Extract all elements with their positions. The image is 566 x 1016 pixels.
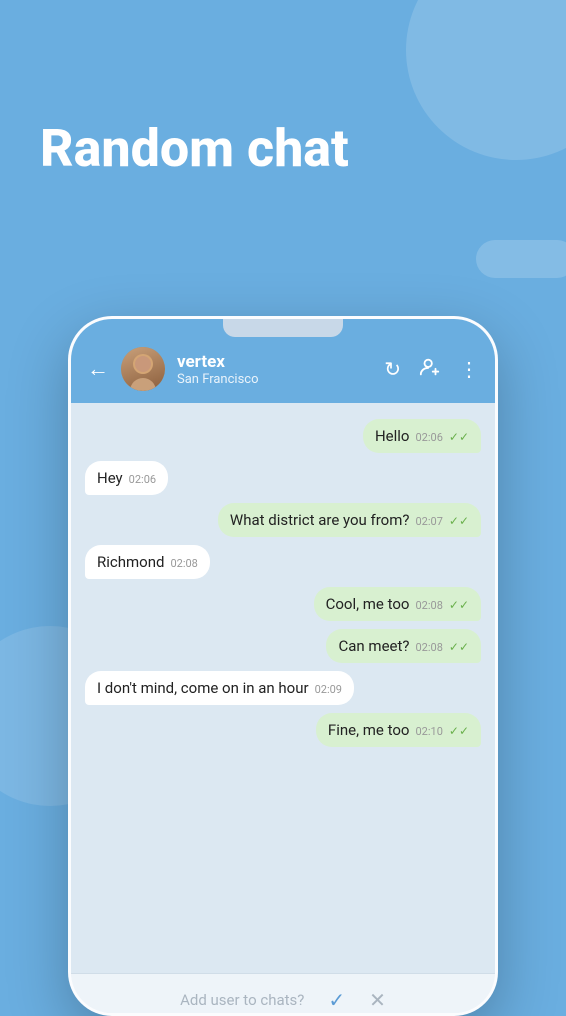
header-info: vertex San Francisco xyxy=(177,352,372,387)
message-text: Richmond xyxy=(97,553,164,571)
message-ticks: ✓✓ xyxy=(449,724,469,738)
message-text: Hello xyxy=(375,427,410,445)
message-row: Cool, me too 02:08 ✓✓ xyxy=(85,587,481,621)
header-username: vertex xyxy=(177,352,372,372)
message-ticks: ✓✓ xyxy=(449,514,469,528)
message-row: Hey 02:06 xyxy=(85,461,481,495)
message-row: Richmond 02:08 xyxy=(85,545,481,579)
message-time: 02:09 xyxy=(315,683,342,696)
message-time: 02:08 xyxy=(415,599,442,612)
message-bubble: Fine, me too 02:10 ✓✓ xyxy=(316,713,481,747)
phone-notch xyxy=(223,319,343,337)
message-time: 02:07 xyxy=(415,515,442,528)
message-row: I don't mind, come on in an hour 02:09 xyxy=(85,671,481,705)
message-bubble: Can meet? 02:08 ✓✓ xyxy=(326,629,481,663)
message-text: Hey xyxy=(97,469,123,487)
chat-bottom-bar: Add user to chats? ✓ ✕ xyxy=(71,973,495,1016)
message-ticks: ✓✓ xyxy=(449,430,469,444)
header-actions: ↻ ⋮ xyxy=(384,356,479,383)
header-location: San Francisco xyxy=(177,372,372,387)
message-bubble: Richmond 02:08 xyxy=(85,545,210,579)
message-bubble: I don't mind, come on in an hour 02:09 xyxy=(85,671,354,705)
message-row: Can meet? 02:08 ✓✓ xyxy=(85,629,481,663)
message-bubble: Hey 02:06 xyxy=(85,461,168,495)
message-ticks: ✓✓ xyxy=(449,598,469,612)
bg-pill-right xyxy=(476,240,566,278)
message-bubble: What district are you from? 02:07 ✓✓ xyxy=(218,503,481,537)
message-text: Cool, me too xyxy=(326,595,410,613)
message-bubble: Cool, me too 02:08 ✓✓ xyxy=(314,587,481,621)
phone-wrapper: ← vertex San Francisco ↻ xyxy=(68,316,498,1016)
phone-frame: ← vertex San Francisco ↻ xyxy=(68,316,498,1016)
message-row: Fine, me too 02:10 ✓✓ xyxy=(85,713,481,747)
message-time: 02:10 xyxy=(415,725,442,738)
cancel-add-button[interactable]: ✕ xyxy=(369,988,386,1012)
page-title: Random chat xyxy=(40,120,349,177)
message-time: 02:08 xyxy=(170,557,197,570)
message-time: 02:06 xyxy=(129,473,156,486)
message-row: Hello 02:06 ✓✓ xyxy=(85,419,481,453)
message-text: What district are you from? xyxy=(230,511,410,529)
chat-body: Hello 02:06 ✓✓ Hey 02:06 What district are yo… xyxy=(71,403,495,973)
avatar xyxy=(121,347,165,391)
confirm-add-button[interactable]: ✓ xyxy=(328,988,345,1012)
back-button[interactable]: ← xyxy=(87,356,109,382)
message-ticks: ✓✓ xyxy=(449,640,469,654)
message-time: 02:08 xyxy=(415,641,442,654)
message-text: Can meet? xyxy=(338,637,409,655)
message-text: I don't mind, come on in an hour xyxy=(97,679,309,697)
avatar-image xyxy=(121,347,165,391)
message-text: Fine, me too xyxy=(328,721,410,739)
message-row: What district are you from? 02:07 ✓✓ xyxy=(85,503,481,537)
more-options-icon[interactable]: ⋮ xyxy=(459,357,479,381)
message-time: 02:06 xyxy=(415,431,442,444)
add-user-icon[interactable] xyxy=(419,356,441,383)
bg-circle-top-right xyxy=(406,0,566,160)
refresh-icon[interactable]: ↻ xyxy=(384,357,401,381)
message-bubble: Hello 02:06 ✓✓ xyxy=(363,419,481,453)
